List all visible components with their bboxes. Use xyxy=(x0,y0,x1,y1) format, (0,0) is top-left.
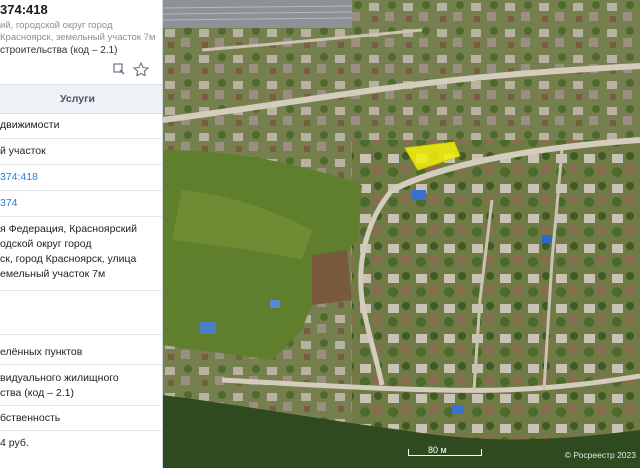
panel-actions xyxy=(112,61,152,81)
address-subtitle: ий, городской округ город Красноярск, зе… xyxy=(0,20,156,43)
cadastral-number-link[interactable]: 374:418 xyxy=(0,170,38,185)
ownership-value: бственность xyxy=(0,412,61,424)
scale-label: 80 м xyxy=(428,445,447,455)
map-imagery xyxy=(162,0,640,468)
satellite-map[interactable]: 80 м © Росреестр 2023 xyxy=(162,0,640,468)
cadastral-quarter-link[interactable]: 374 xyxy=(0,196,18,211)
map-marker-icon[interactable] xyxy=(113,63,125,75)
object-kind-value: й участок xyxy=(0,145,46,157)
permitted-use-subtitle: строительства (код – 2.1) xyxy=(0,45,118,56)
cadastral-number-title: 374:418 xyxy=(0,2,48,17)
info-panel: 374:418 ий, городской округ город Красно… xyxy=(0,0,163,468)
address-line-3: ск, город Красноярск, улица xyxy=(0,253,137,265)
address-line-1: я Федерация, Красноярский xyxy=(0,223,138,235)
address-line-4: емельный участок 7м xyxy=(0,268,106,280)
permitted-use-line-1: видуального жилищного xyxy=(0,372,119,384)
permitted-use-line-2: ства (код – 2.1) xyxy=(0,387,74,399)
address-line-2: одской округ город xyxy=(0,238,92,250)
section-tabs: Услуги xyxy=(0,84,162,114)
cadastral-value: 4 руб. xyxy=(0,437,29,449)
land-category-value: елённых пунктов xyxy=(0,346,83,358)
map-attribution: © Росреестр 2023 xyxy=(564,450,636,460)
object-type-value: движимости xyxy=(0,119,60,131)
tab-services[interactable]: Услуги xyxy=(60,93,95,105)
star-icon[interactable] xyxy=(132,61,150,78)
